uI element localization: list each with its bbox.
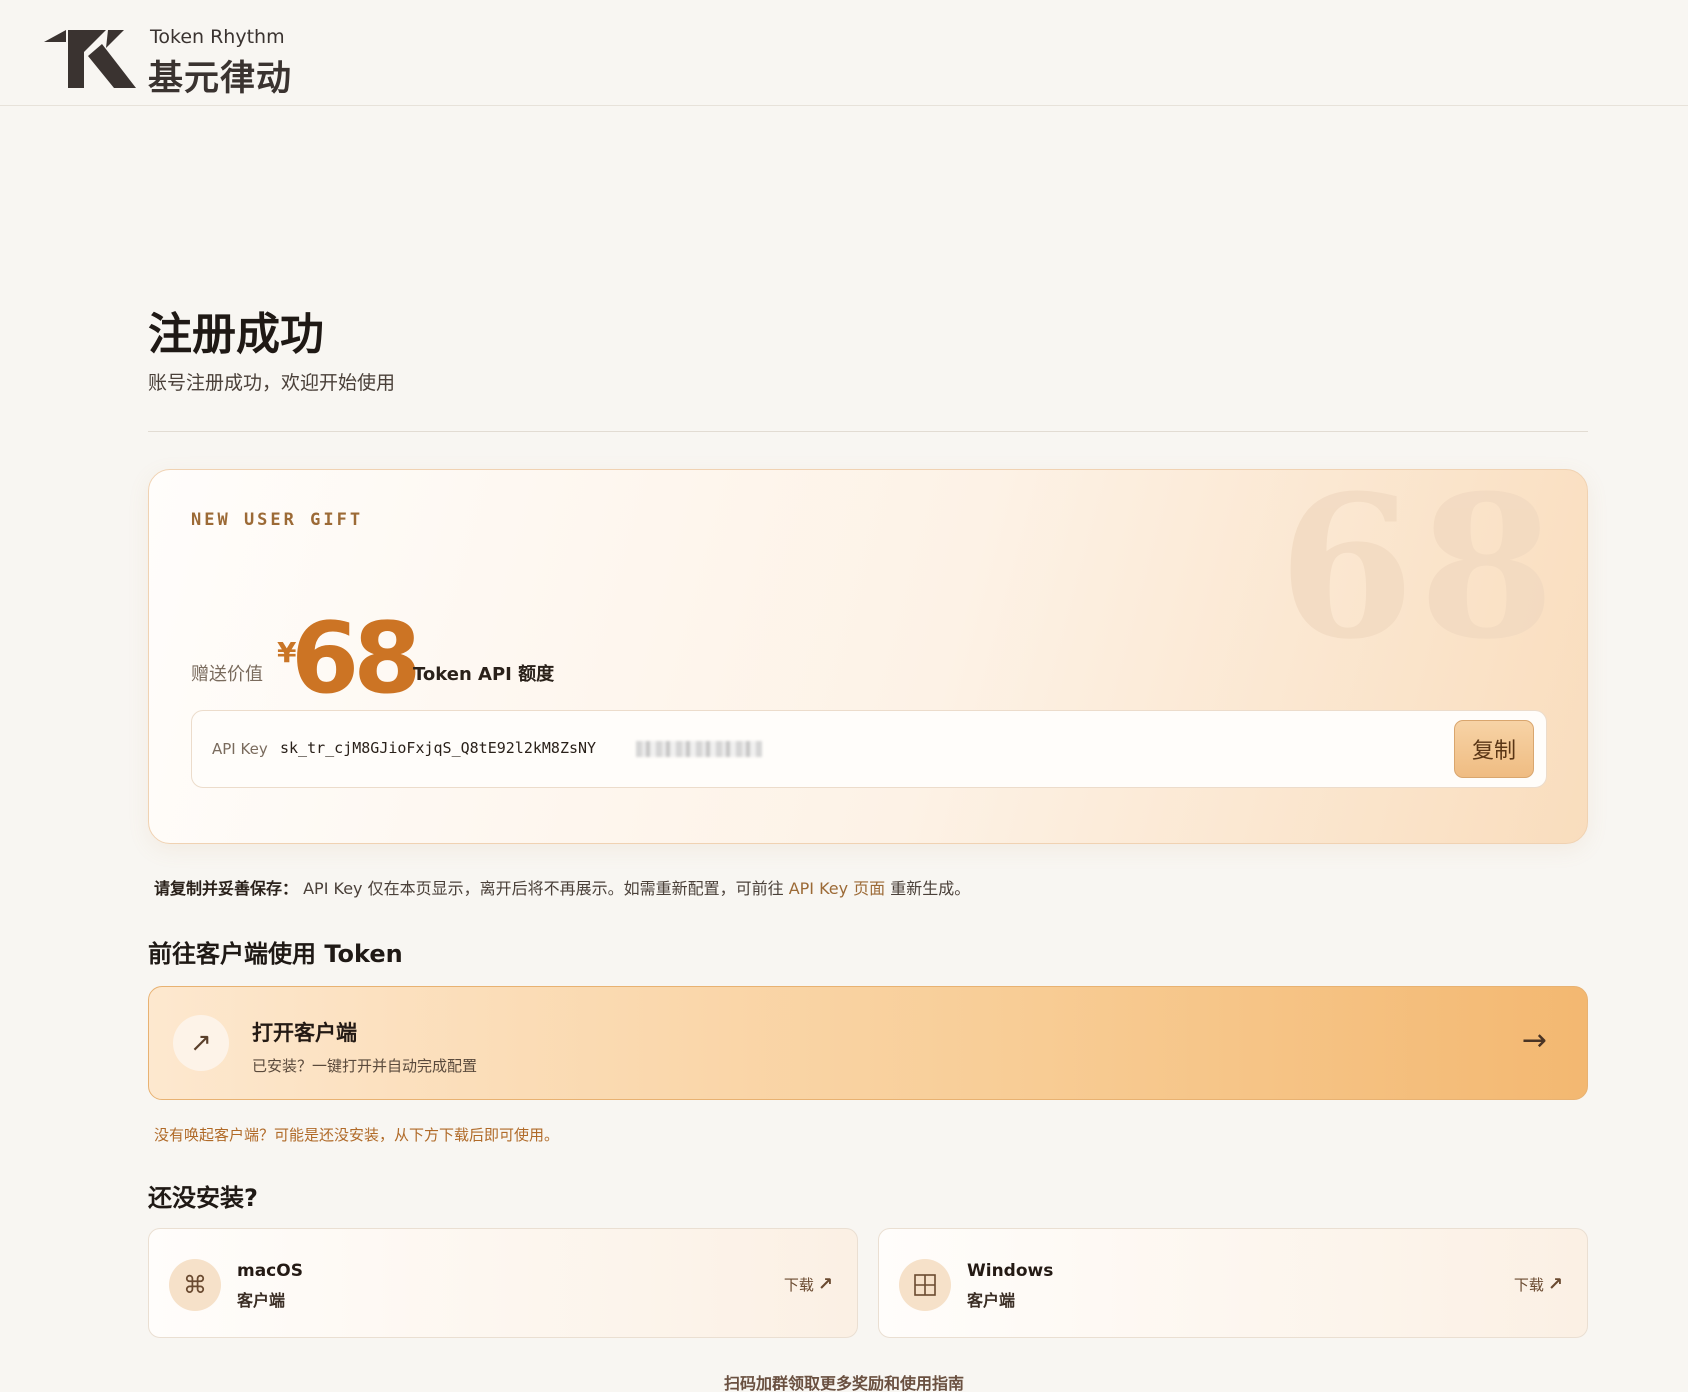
tr-logo-icon[interactable] <box>44 30 136 88</box>
windows-icon <box>899 1259 951 1311</box>
arrow-up-right-icon: ↗ <box>173 1015 229 1071</box>
save-note-bold: 请复制并妥善保存： <box>154 879 299 898</box>
divider <box>148 431 1588 432</box>
footer-note: 扫码加群领取更多奖励和使用指南 <box>723 1374 964 1392</box>
api-key-label: API Key <box>212 740 268 758</box>
download-link-windows[interactable]: 下载 ↗ <box>1514 1274 1563 1295</box>
new-user-gift-card: 68 NEW USER GIFT 赠送价值 ¥ 68 Token API 额度 … <box>148 469 1588 844</box>
save-note-text: API Key 仅在本页显示，离开后将不再展示。如需重新配置，可前往 <box>298 879 789 898</box>
open-client-button[interactable]: ↗ 打开客户端 已安装？一键打开并自动完成配置 → <box>148 986 1588 1100</box>
save-note-text-end: 重新生成。 <box>885 879 971 898</box>
arrow-up-right-icon: ↗ <box>817 1274 833 1295</box>
save-note: 请复制并妥善保存： API Key 仅在本页显示，离开后将不再展示。如需重新配置… <box>154 875 970 899</box>
download-link-label: 下载 <box>783 1276 814 1294</box>
download-link-macos[interactable]: 下载 ↗ <box>784 1274 833 1295</box>
download-card-macos[interactable]: ⌘ macOS 客户端 下载 ↗ <box>148 1228 858 1338</box>
no-launch-hint: 没有唤起客户端？可能是还没安装，从下方下载后即可使用。 <box>154 1126 560 1144</box>
arrow-right-icon: → <box>1521 1023 1547 1058</box>
top-bar: Token Rhythm 基元律动 <box>0 0 1688 106</box>
brand-name-en: Token Rhythm <box>150 26 285 48</box>
api-key-redacted <box>636 741 762 757</box>
download-name: Windows <box>967 1261 1054 1281</box>
command-icon: ⌘ <box>169 1259 221 1311</box>
gift-amount: 68 <box>291 602 421 716</box>
install-section-title: 还没安装? <box>148 1184 258 1212</box>
download-kind: 客户端 <box>967 1291 1016 1310</box>
gift-value-label: 赠送价值 <box>191 664 263 685</box>
api-key-box: API Key sk_tr_cjM8GJioFxjqS_Q8tE92l2kM8Z… <box>191 710 1547 788</box>
api-key-page-link[interactable]: API Key 页面 <box>789 879 886 898</box>
gift-unit: Token API 额度 <box>413 664 555 685</box>
gift-label: NEW USER GIFT <box>191 510 364 530</box>
gift-watermark: 68 <box>1278 469 1559 683</box>
brand-name-cn: 基元律动 <box>148 59 293 99</box>
download-kind: 客户端 <box>237 1291 286 1310</box>
page-title: 注册成功 <box>148 309 324 360</box>
open-client-subtitle: 已安装？一键打开并自动完成配置 <box>252 1057 478 1075</box>
copy-button[interactable]: 复制 <box>1454 720 1534 778</box>
download-link-label: 下载 <box>1513 1276 1544 1294</box>
open-client-title: 打开客户端 <box>252 1021 357 1045</box>
download-name: macOS <box>237 1261 303 1281</box>
download-card-windows[interactable]: Windows 客户端 下载 ↗ <box>878 1228 1588 1338</box>
api-key-value[interactable]: sk_tr_cjM8GJioFxjqS_Q8tE92l2kM8ZsNY <box>280 739 596 757</box>
page-subtitle: 账号注册成功，欢迎开始使用 <box>148 372 396 394</box>
client-section-title: 前往客户端使用 Token <box>148 940 403 968</box>
arrow-up-right-icon: ↗ <box>1547 1274 1563 1295</box>
